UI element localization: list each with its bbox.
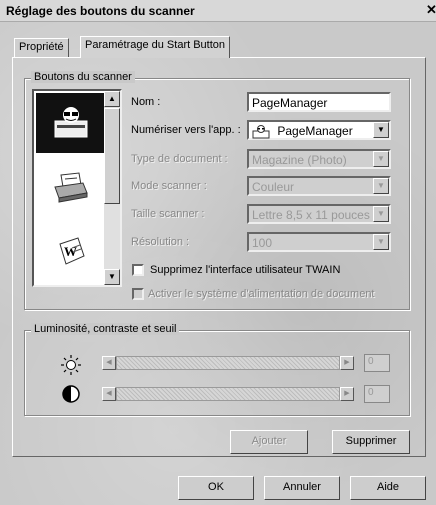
chevron-down-icon: ▼ xyxy=(373,206,389,222)
name-label: Nom : xyxy=(131,96,161,108)
list-item-pagemanager[interactable] xyxy=(36,93,106,153)
scan-size-value: Lettre 8,5 x 11 pouces xyxy=(252,208,370,222)
cancel-button[interactable]: Annuler xyxy=(264,476,340,500)
contrast-value: 0 xyxy=(364,385,390,403)
brightness-left-arrow-icon[interactable]: ◀ xyxy=(102,356,116,370)
pagemanager-scanner-icon xyxy=(54,107,88,138)
scan-mode-label: Mode scanner : xyxy=(131,180,207,192)
list-item-word[interactable]: W xyxy=(36,221,106,281)
close-button[interactable]: ✕ xyxy=(426,2,436,18)
window-title: Réglage des boutons du scanner xyxy=(6,4,195,18)
document-type-select: Magazine (Photo) ▼ xyxy=(247,149,391,169)
brightness-contrast-group-label: Luminosité, contraste et seuil xyxy=(31,323,180,335)
ok-button[interactable]: OK xyxy=(178,476,254,500)
resolution-select: 100 ▼ xyxy=(247,232,391,252)
pagemanager-app-icon xyxy=(252,124,270,139)
scan-to-app-value: PageManager xyxy=(277,124,353,138)
contrast-slider-track[interactable] xyxy=(116,387,340,401)
scroll-up-arrow-icon[interactable]: ▲ xyxy=(104,91,120,107)
scanner-buttons-group-label: Boutons du scanner xyxy=(31,71,135,83)
document-type-label: Type de document : xyxy=(131,153,228,165)
add-button[interactable]: Ajouter xyxy=(230,430,308,454)
scan-to-app-label: Numériser vers l'app. : xyxy=(131,124,241,136)
contrast-right-arrow-icon[interactable]: ▶ xyxy=(340,387,354,401)
document-feeder-label: Activer le système d'alimentation de doc… xyxy=(148,288,375,300)
scan-mode-select: Couleur ▼ xyxy=(247,176,391,196)
list-scrollbar[interactable]: ▲ ▼ xyxy=(104,91,120,285)
contrast-icon xyxy=(62,385,80,403)
word-document-icon: W xyxy=(59,237,85,265)
brightness-value: 0 xyxy=(364,354,390,372)
printer-icon xyxy=(54,172,88,203)
brightness-slider-track[interactable] xyxy=(116,356,340,370)
chevron-down-icon[interactable]: ▼ xyxy=(373,122,389,138)
document-type-value: Magazine (Photo) xyxy=(252,153,347,167)
name-value: PageManager xyxy=(252,96,328,110)
name-input[interactable]: PageManager xyxy=(247,92,391,112)
suppress-twain-checkbox[interactable] xyxy=(132,264,144,276)
resolution-label: Résolution : xyxy=(131,236,190,248)
scan-to-app-select[interactable]: PageManager ▼ xyxy=(247,120,391,140)
tab-propriete[interactable]: Propriété xyxy=(14,38,69,58)
scanner-button-list[interactable]: W ▲ ▼ xyxy=(32,89,122,287)
scan-size-select: Lettre 8,5 x 11 pouces ▼ xyxy=(247,204,391,224)
brightness-right-arrow-icon[interactable]: ▶ xyxy=(340,356,354,370)
tab-start-button-settings[interactable]: Paramétrage du Start Button xyxy=(80,36,231,58)
chevron-down-icon: ▼ xyxy=(373,151,389,167)
title-bar: Réglage des boutons du scanner ✕ xyxy=(0,0,436,22)
resolution-value: 100 xyxy=(252,236,273,250)
chevron-down-icon: ▼ xyxy=(373,234,389,250)
brightness-sun-icon xyxy=(61,355,81,375)
list-item-printer[interactable] xyxy=(36,157,106,217)
scan-mode-value: Couleur xyxy=(252,180,295,194)
scanner-buttons-dialog: Réglage des boutons du scanner ✕ Proprié… xyxy=(0,0,436,505)
scroll-thumb[interactable] xyxy=(104,108,120,204)
delete-button[interactable]: Supprimer xyxy=(332,430,410,454)
scan-size-label: Taille scanner : xyxy=(131,208,205,220)
chevron-down-icon: ▼ xyxy=(373,178,389,194)
contrast-left-arrow-icon[interactable]: ◀ xyxy=(102,387,116,401)
help-button[interactable]: Aide xyxy=(350,476,426,500)
suppress-twain-label: Supprimez l'interface utilisateur TWAIN xyxy=(150,264,341,276)
scroll-down-arrow-icon[interactable]: ▼ xyxy=(104,269,120,285)
document-feeder-checkbox xyxy=(132,288,144,300)
